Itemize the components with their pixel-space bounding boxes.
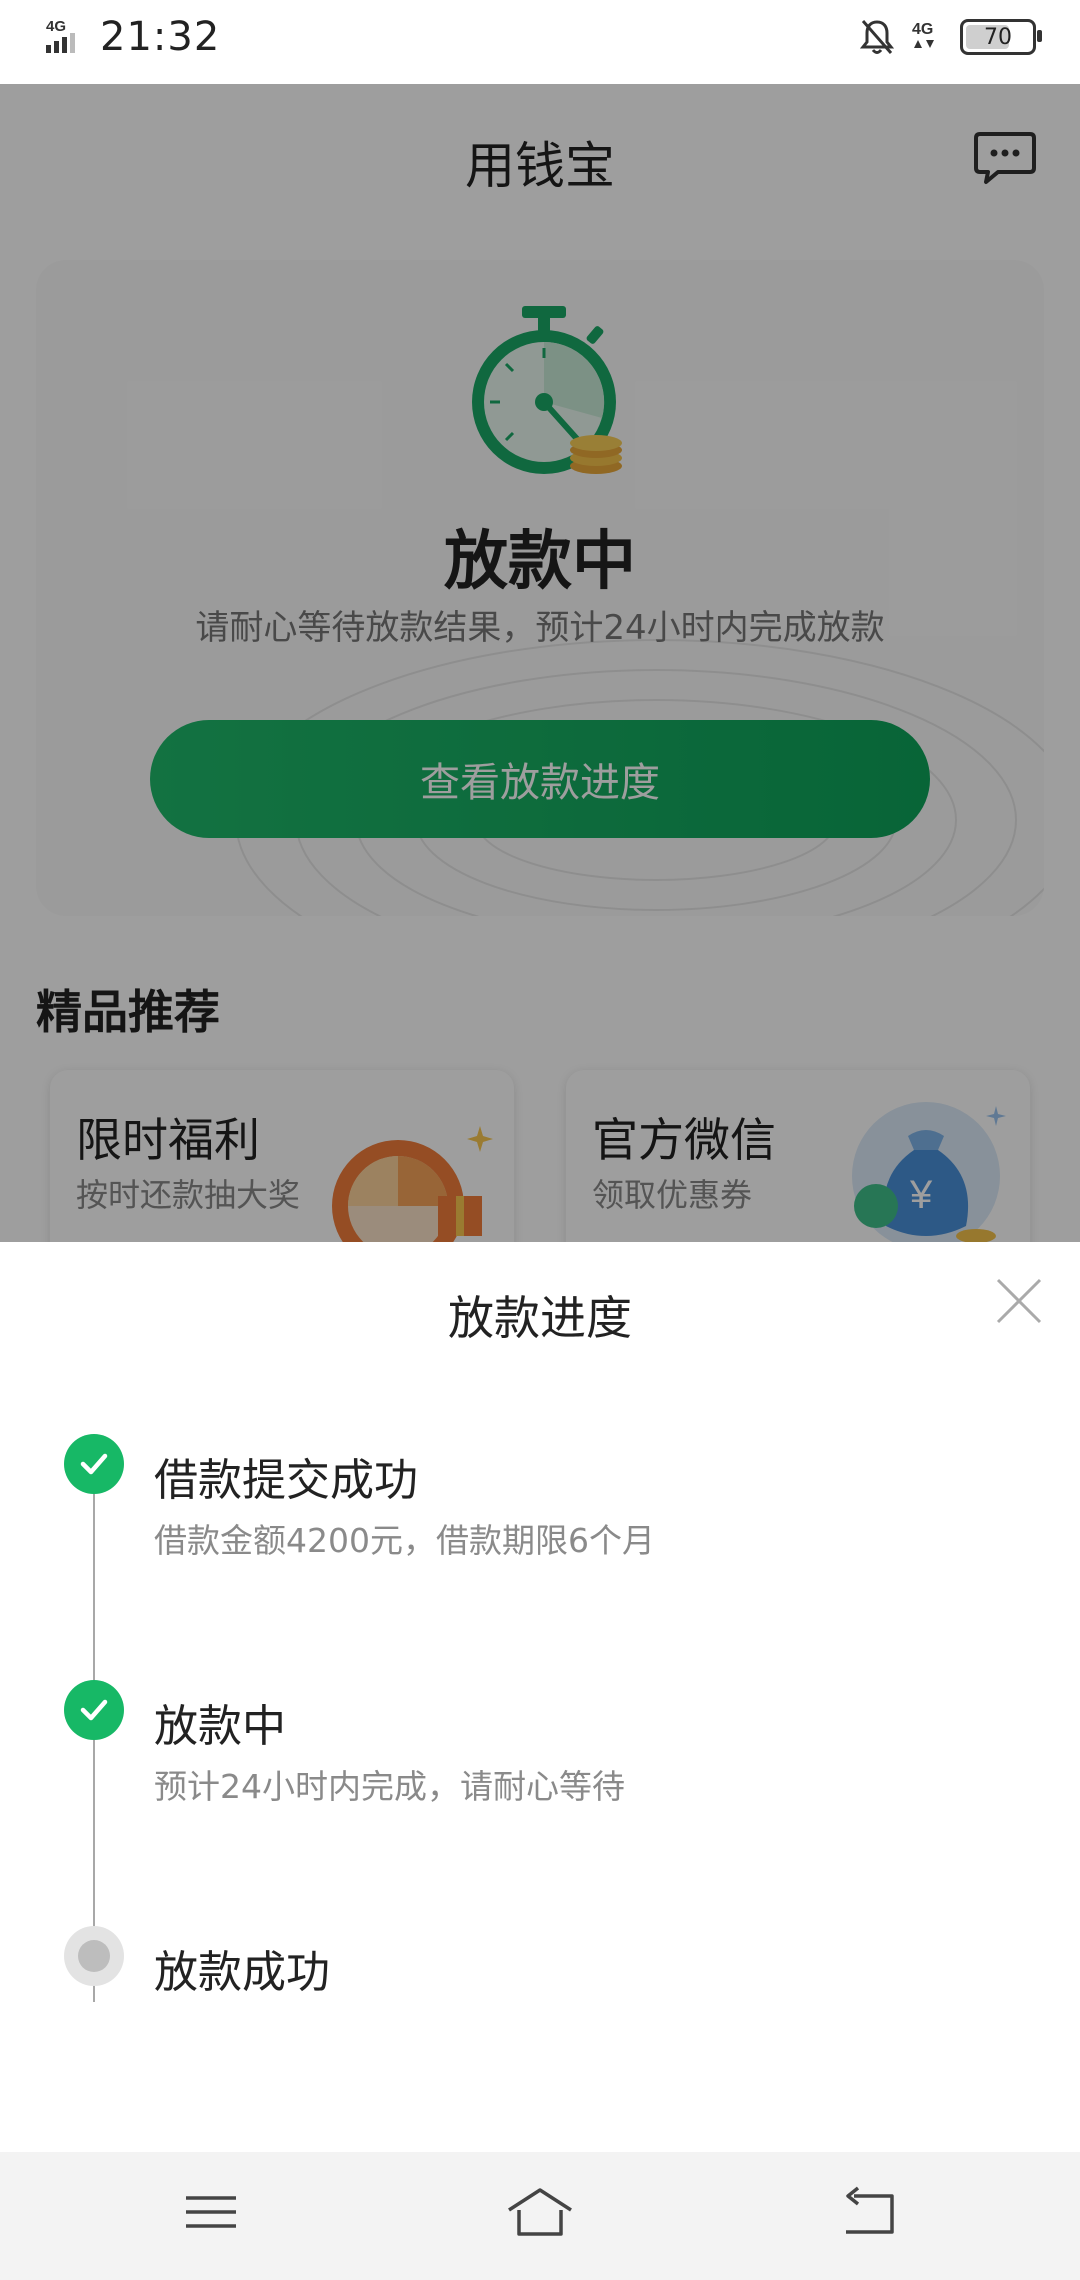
battery-icon: 70 xyxy=(960,19,1042,55)
check-icon xyxy=(64,1680,124,1740)
check-icon xyxy=(64,1434,124,1494)
close-icon[interactable] xyxy=(990,1272,1048,1330)
pending-dot-icon xyxy=(64,1926,124,1986)
network-right-text: 4G xyxy=(912,21,933,38)
cellular-signal-icon: 4G xyxy=(44,15,88,59)
status-bar: 4G 21:32 4G 70 xyxy=(0,0,1080,84)
status-time: 21:32 xyxy=(100,14,221,60)
progress-sheet: 放款进度 借款提交成功 借款金额4200元，借款期限6个月 放款中 预计24小时… xyxy=(0,1242,1080,2152)
step-description: 预计24小时内完成，请耐心等待 xyxy=(154,1767,625,1806)
step-description: 借款金额4200元，借款期限6个月 xyxy=(154,1521,655,1560)
timeline-line xyxy=(93,1482,95,2002)
mute-bell-icon xyxy=(860,20,894,54)
back-icon[interactable] xyxy=(834,2182,904,2242)
menu-icon[interactable] xyxy=(176,2182,246,2242)
step-title: 放款中 xyxy=(154,1701,286,1752)
step-title: 借款提交成功 xyxy=(154,1455,418,1506)
network-type-text: 4G xyxy=(46,18,66,35)
battery-level: 70 xyxy=(984,24,1012,50)
home-icon[interactable] xyxy=(505,2182,575,2242)
network-4g-icon: 4G xyxy=(912,21,934,48)
sheet-title: 放款进度 xyxy=(448,1291,632,1345)
system-nav-bar xyxy=(0,2152,1080,2280)
step-title: 放款成功 xyxy=(154,1947,330,1998)
